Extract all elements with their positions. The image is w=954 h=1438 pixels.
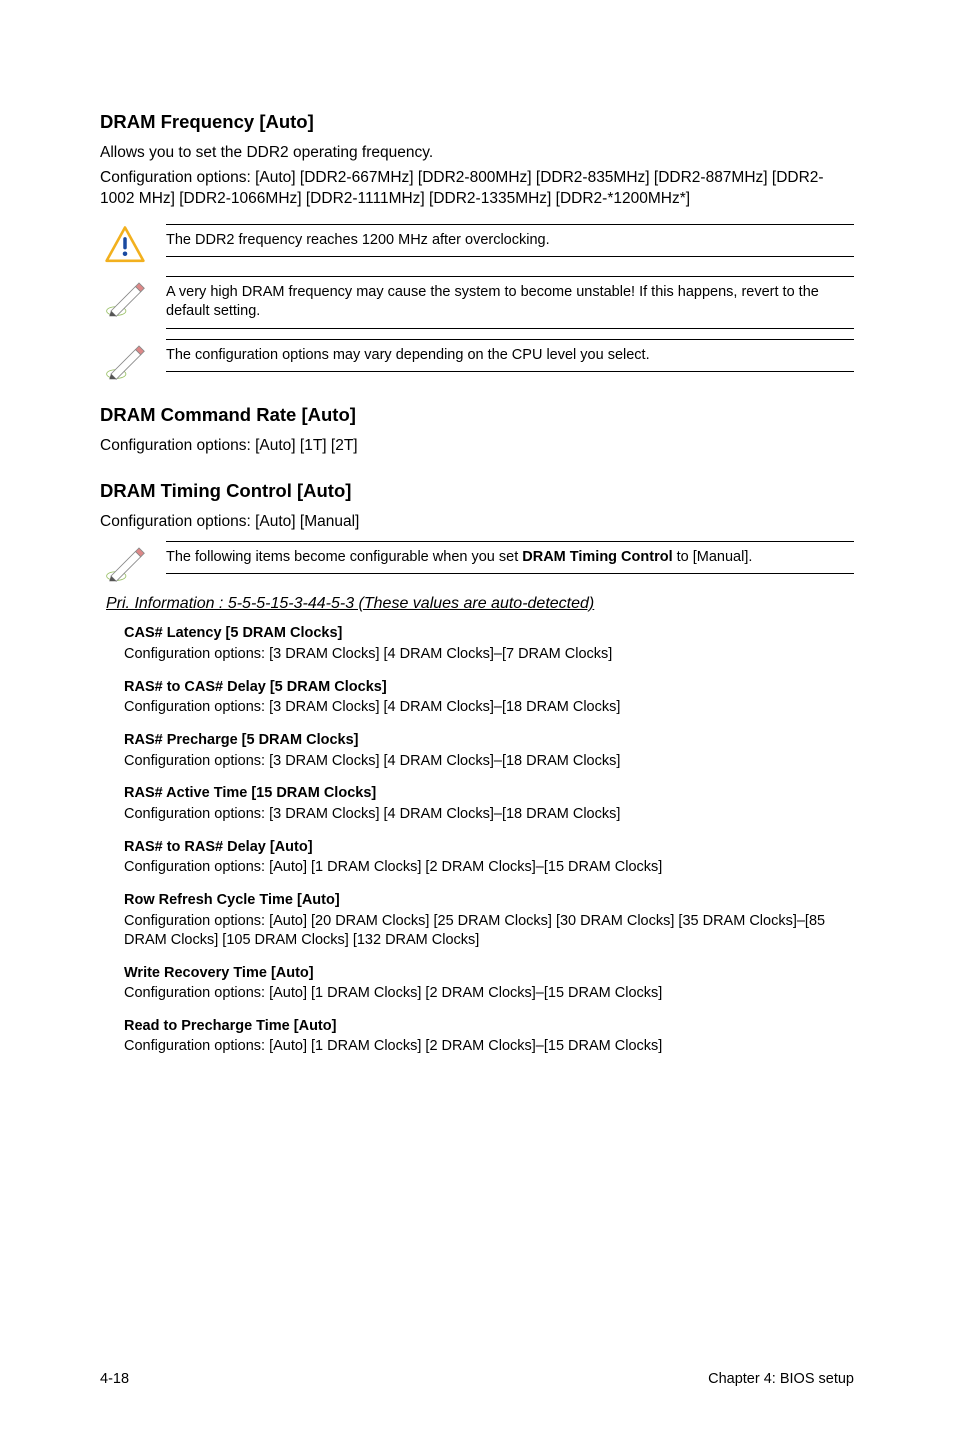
timing-ras-precharge: RAS# Precharge [5 DRAM Clocks] Configura… <box>124 731 854 770</box>
timing-label: RAS# to RAS# Delay [Auto] <box>124 838 854 858</box>
timing-desc: Configuration options: [3 DRAM Clocks] [… <box>124 698 854 717</box>
timing-label: Write Recovery Time [Auto] <box>124 964 854 984</box>
timing-desc: Configuration options: [Auto] [1 DRAM Cl… <box>124 858 854 877</box>
pencil-icon <box>104 541 146 583</box>
note-vary-text: The configuration options may vary depen… <box>166 340 854 372</box>
note-divider <box>166 573 854 574</box>
timing-ras-to-cas: RAS# to CAS# Delay [5 DRAM Clocks] Confi… <box>124 678 854 717</box>
note-caution-row: The DDR2 frequency reaches 1200 MHz afte… <box>104 224 854 266</box>
notes-group-timing: The following items become configurable … <box>104 541 854 583</box>
page-footer: 4-18 Chapter 4: BIOS setup <box>100 1370 854 1390</box>
timing-desc: Configuration options: [3 DRAM Clocks] [… <box>124 645 854 664</box>
note-manual-text: The following items become configurable … <box>166 542 854 574</box>
timing-desc: Configuration options: [3 DRAM Clocks] [… <box>124 805 854 824</box>
caution-icon <box>104 224 146 266</box>
note-manual-bold: DRAM Timing Control <box>522 549 672 565</box>
timing-desc: Configuration options: [3 DRAM Clocks] [… <box>124 752 854 771</box>
note-caution-text: The DDR2 frequency reaches 1200 MHz afte… <box>166 225 854 257</box>
timing-cas-latency: CAS# Latency [5 DRAM Clocks] Configurati… <box>124 624 854 663</box>
section-title-dram-command: DRAM Command Rate [Auto] <box>100 403 854 428</box>
timing-label: RAS# Active Time [15 DRAM Clocks] <box>124 784 854 804</box>
note-vary-row: The configuration options may vary depen… <box>104 339 854 381</box>
note-manual-pre: The following items become configurable … <box>166 549 522 565</box>
timing-desc: Configuration options: [Auto] [20 DRAM C… <box>124 912 854 950</box>
dram-timing-config: Configuration options: [Auto] [Manual] <box>100 512 854 533</box>
notes-group-frequency: The DDR2 frequency reaches 1200 MHz afte… <box>104 224 854 381</box>
timing-label: RAS# to CAS# Delay [5 DRAM Clocks] <box>124 678 854 698</box>
note-divider <box>166 371 854 372</box>
timing-desc: Configuration options: [Auto] [1 DRAM Cl… <box>124 1037 854 1056</box>
pri-information-heading: Pri. Information : 5-5-5-15-3-44-5-3 (Th… <box>106 593 854 615</box>
dram-frequency-config: Configuration options: [Auto] [DDR2-667M… <box>100 168 854 210</box>
timing-label: RAS# Precharge [5 DRAM Clocks] <box>124 731 854 751</box>
timing-desc: Configuration options: [Auto] [1 DRAM Cl… <box>124 984 854 1003</box>
dram-command-config: Configuration options: [Auto] [1T] [2T] <box>100 436 854 457</box>
note-unstable-text: A very high DRAM frequency may cause the… <box>166 277 854 328</box>
note-unstable-row: A very high DRAM frequency may cause the… <box>104 276 854 329</box>
note-divider <box>166 256 854 257</box>
pencil-icon <box>104 276 146 318</box>
timing-ras-to-ras: RAS# to RAS# Delay [Auto] Configuration … <box>124 838 854 877</box>
timing-write-recovery: Write Recovery Time [Auto] Configuration… <box>124 964 854 1003</box>
timing-read-precharge: Read to Precharge Time [Auto] Configurat… <box>124 1017 854 1056</box>
dram-frequency-intro: Allows you to set the DDR2 operating fre… <box>100 143 854 164</box>
note-divider <box>166 328 854 329</box>
section-title-dram-timing: DRAM Timing Control [Auto] <box>100 479 854 504</box>
section-title-dram-frequency: DRAM Frequency [Auto] <box>100 110 854 135</box>
timing-label: Read to Precharge Time [Auto] <box>124 1017 854 1037</box>
footer-chapter: Chapter 4: BIOS setup <box>708 1370 854 1390</box>
note-manual-row: The following items become configurable … <box>104 541 854 583</box>
pencil-icon <box>104 339 146 381</box>
timing-label: CAS# Latency [5 DRAM Clocks] <box>124 624 854 644</box>
timing-label: Row Refresh Cycle Time [Auto] <box>124 891 854 911</box>
note-manual-post: to [Manual]. <box>673 549 753 565</box>
timing-ras-active: RAS# Active Time [15 DRAM Clocks] Config… <box>124 784 854 823</box>
timing-row-refresh: Row Refresh Cycle Time [Auto] Configurat… <box>124 891 854 949</box>
footer-page-number: 4-18 <box>100 1370 129 1390</box>
